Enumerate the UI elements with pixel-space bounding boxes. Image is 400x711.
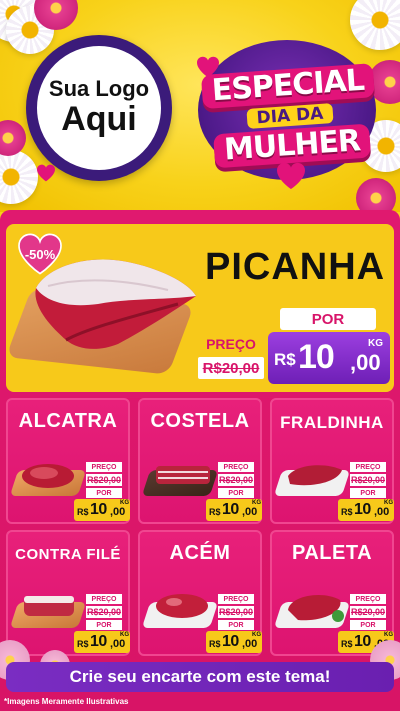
card-preco-label: PREÇO — [350, 594, 386, 604]
card-preco-label: PREÇO — [218, 594, 254, 604]
hero-product-name: PICANHA — [205, 246, 386, 288]
card-currency: R$ — [77, 507, 89, 517]
product-card-contra-file: CONTRA FILÉ PREÇO R$20,00 POR R$ 10 ,00 … — [6, 530, 130, 656]
header-banner: Sua Logo Aqui ESPECIAL DIA DA MULHER — [0, 0, 400, 212]
card-price-cents: ,00 — [110, 638, 126, 650]
product-card-alcatra: ALCATRA PREÇO R$20,00 POR R$ 10 ,00 KG — [6, 398, 130, 524]
card-por-label: POR — [86, 620, 122, 630]
product-card-paleta: PALETA PREÇO R$20,00 POR R$ 10 ,00 KG — [270, 530, 394, 656]
card-price-cents: ,00 — [374, 506, 390, 518]
meat-image — [24, 596, 74, 616]
disclaimer-text: *Imagens Meramente Ilustrativas — [4, 697, 129, 706]
card-price-unit: KG — [384, 632, 393, 638]
card-title: FRALDINHA — [280, 413, 384, 432]
daisy-flower-icon — [0, 150, 38, 204]
product-card-costela: COSTELA PREÇO R$20,00 POR R$ 10 ,00 KG — [138, 398, 262, 524]
card-price-integer: 10 — [90, 501, 107, 518]
card-old-price: R$20,00 — [86, 606, 122, 618]
meat-image — [156, 594, 208, 618]
hero-currency: R$ — [274, 350, 296, 369]
card-new-price: R$ 10 ,00 KG — [206, 499, 262, 521]
hero-price-unit: KG — [368, 338, 383, 349]
meat-image — [22, 464, 74, 488]
product-card-fraldinha: FRALDINHA PREÇO R$20,00 POR R$ 10 ,00 KG — [270, 398, 394, 524]
card-preco-label: PREÇO — [86, 462, 122, 472]
badge-title-line1: ESPECIAL — [200, 62, 375, 109]
card-por-label: POR — [350, 488, 386, 498]
card-preco-label: PREÇO — [86, 594, 122, 604]
card-currency: R$ — [77, 639, 89, 649]
card-price-integer: 10 — [222, 501, 239, 518]
card-price-unit: KG — [120, 632, 129, 638]
card-currency: R$ — [341, 507, 353, 517]
card-price-unit: KG — [120, 500, 129, 506]
card-old-price: R$20,00 — [218, 474, 254, 486]
product-card-acem: ACÉM PREÇO R$20,00 POR R$ 10 ,00 KG — [138, 530, 262, 656]
card-currency: R$ — [341, 639, 353, 649]
pink-flower-icon — [0, 120, 26, 156]
card-old-price: R$20,00 — [218, 606, 254, 618]
card-old-price: R$20,00 — [350, 606, 386, 618]
create-flyer-button[interactable]: Crie seu encarte com este tema! — [6, 662, 394, 692]
card-price-unit: KG — [252, 500, 261, 506]
hero-price-integer: 10 — [298, 338, 335, 376]
card-new-price: R$ 10 ,00 KG — [206, 631, 262, 653]
card-price-unit: KG — [252, 632, 261, 638]
card-por-label: POR — [218, 620, 254, 630]
card-currency: R$ — [209, 639, 221, 649]
card-price-integer: 10 — [222, 633, 239, 650]
logo-text-line2: Aqui — [61, 100, 137, 139]
card-title: COSTELA — [150, 410, 250, 432]
hero-price-cents: ,00 — [350, 350, 381, 375]
card-title: CONTRA FILÉ — [15, 546, 121, 563]
card-old-price: R$20,00 — [350, 474, 386, 486]
card-title: PALETA — [291, 542, 373, 564]
card-price-integer: 10 — [354, 633, 371, 650]
card-price-cents: ,00 — [242, 506, 258, 518]
card-preco-label: PREÇO — [218, 462, 254, 472]
hero-por-label: POR — [280, 308, 376, 330]
card-title: ACÉM — [169, 542, 231, 564]
card-new-price: R$ 10 ,00 KG — [74, 631, 130, 653]
card-price-cents: ,00 — [110, 506, 126, 518]
meat-image — [288, 595, 344, 622]
card-preco-label: PREÇO — [350, 462, 386, 472]
heart-icon — [196, 56, 220, 78]
meat-image — [288, 465, 342, 486]
card-price-unit: KG — [384, 500, 393, 506]
heart-icon — [36, 164, 56, 182]
hero-old-price: R$20,00 — [198, 357, 264, 379]
card-currency: R$ — [209, 507, 221, 517]
card-por-label: POR — [86, 488, 122, 498]
logo-text-line1: Sua Logo — [48, 76, 150, 102]
card-title: ALCATRA — [18, 410, 118, 432]
card-old-price: R$20,00 — [86, 474, 122, 486]
meat-image — [156, 466, 210, 484]
card-por-label: POR — [218, 488, 254, 498]
hero-new-price: R$ 10 ,00 KG — [268, 332, 390, 384]
card-price-cents: ,00 — [242, 638, 258, 650]
card-new-price: R$ 10 ,00 KG — [338, 499, 394, 521]
card-price-integer: 10 — [354, 501, 371, 518]
logo-placeholder: Sua Logo Aqui — [26, 35, 172, 181]
picanha-meat-image — [35, 259, 196, 349]
heart-icon — [276, 162, 306, 190]
card-por-label: POR — [350, 620, 386, 630]
hero-preco-label: PREÇO — [206, 336, 256, 352]
card-new-price: R$ 10 ,00 KG — [74, 499, 130, 521]
card-price-integer: 10 — [90, 633, 107, 650]
